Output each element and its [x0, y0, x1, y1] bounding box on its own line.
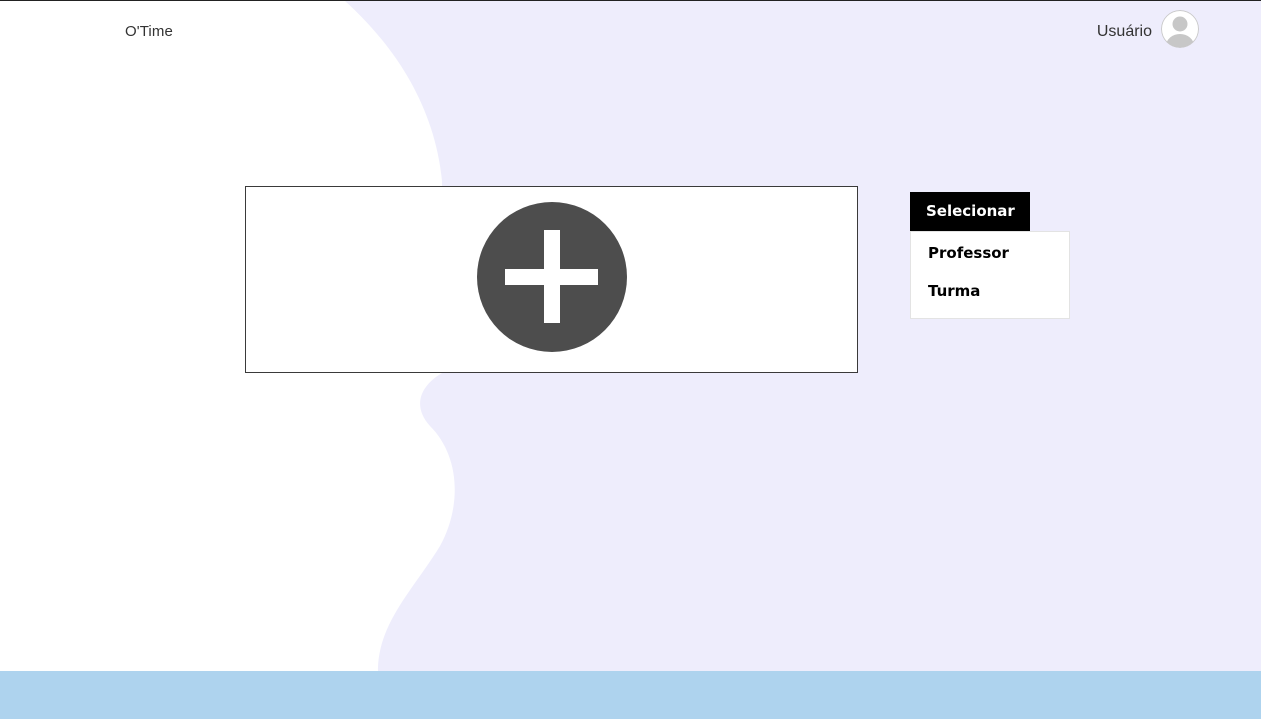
select-dropdown: Selecionar Professor Turma — [910, 192, 1070, 319]
add-panel — [245, 186, 858, 373]
brand-logo-text[interactable]: O'Time — [125, 23, 173, 40]
dropdown-toggle-button[interactable]: Selecionar — [910, 192, 1030, 231]
dropdown-item-professor[interactable]: Professor — [911, 238, 1069, 276]
user-avatar-icon[interactable] — [1161, 10, 1199, 48]
user-name[interactable]: Usuário — [1097, 23, 1152, 41]
plus-bar-vertical — [544, 230, 560, 323]
page: O'Time Usuário Selecionar Professor Turm… — [0, 0, 1261, 719]
footer-bar — [0, 671, 1261, 719]
dropdown-item-turma[interactable]: Turma — [911, 276, 1069, 314]
dropdown-menu: Professor Turma — [910, 231, 1070, 319]
plus-circle-icon[interactable] — [477, 202, 627, 352]
user-menu[interactable]: Usuário — [1097, 10, 1199, 48]
